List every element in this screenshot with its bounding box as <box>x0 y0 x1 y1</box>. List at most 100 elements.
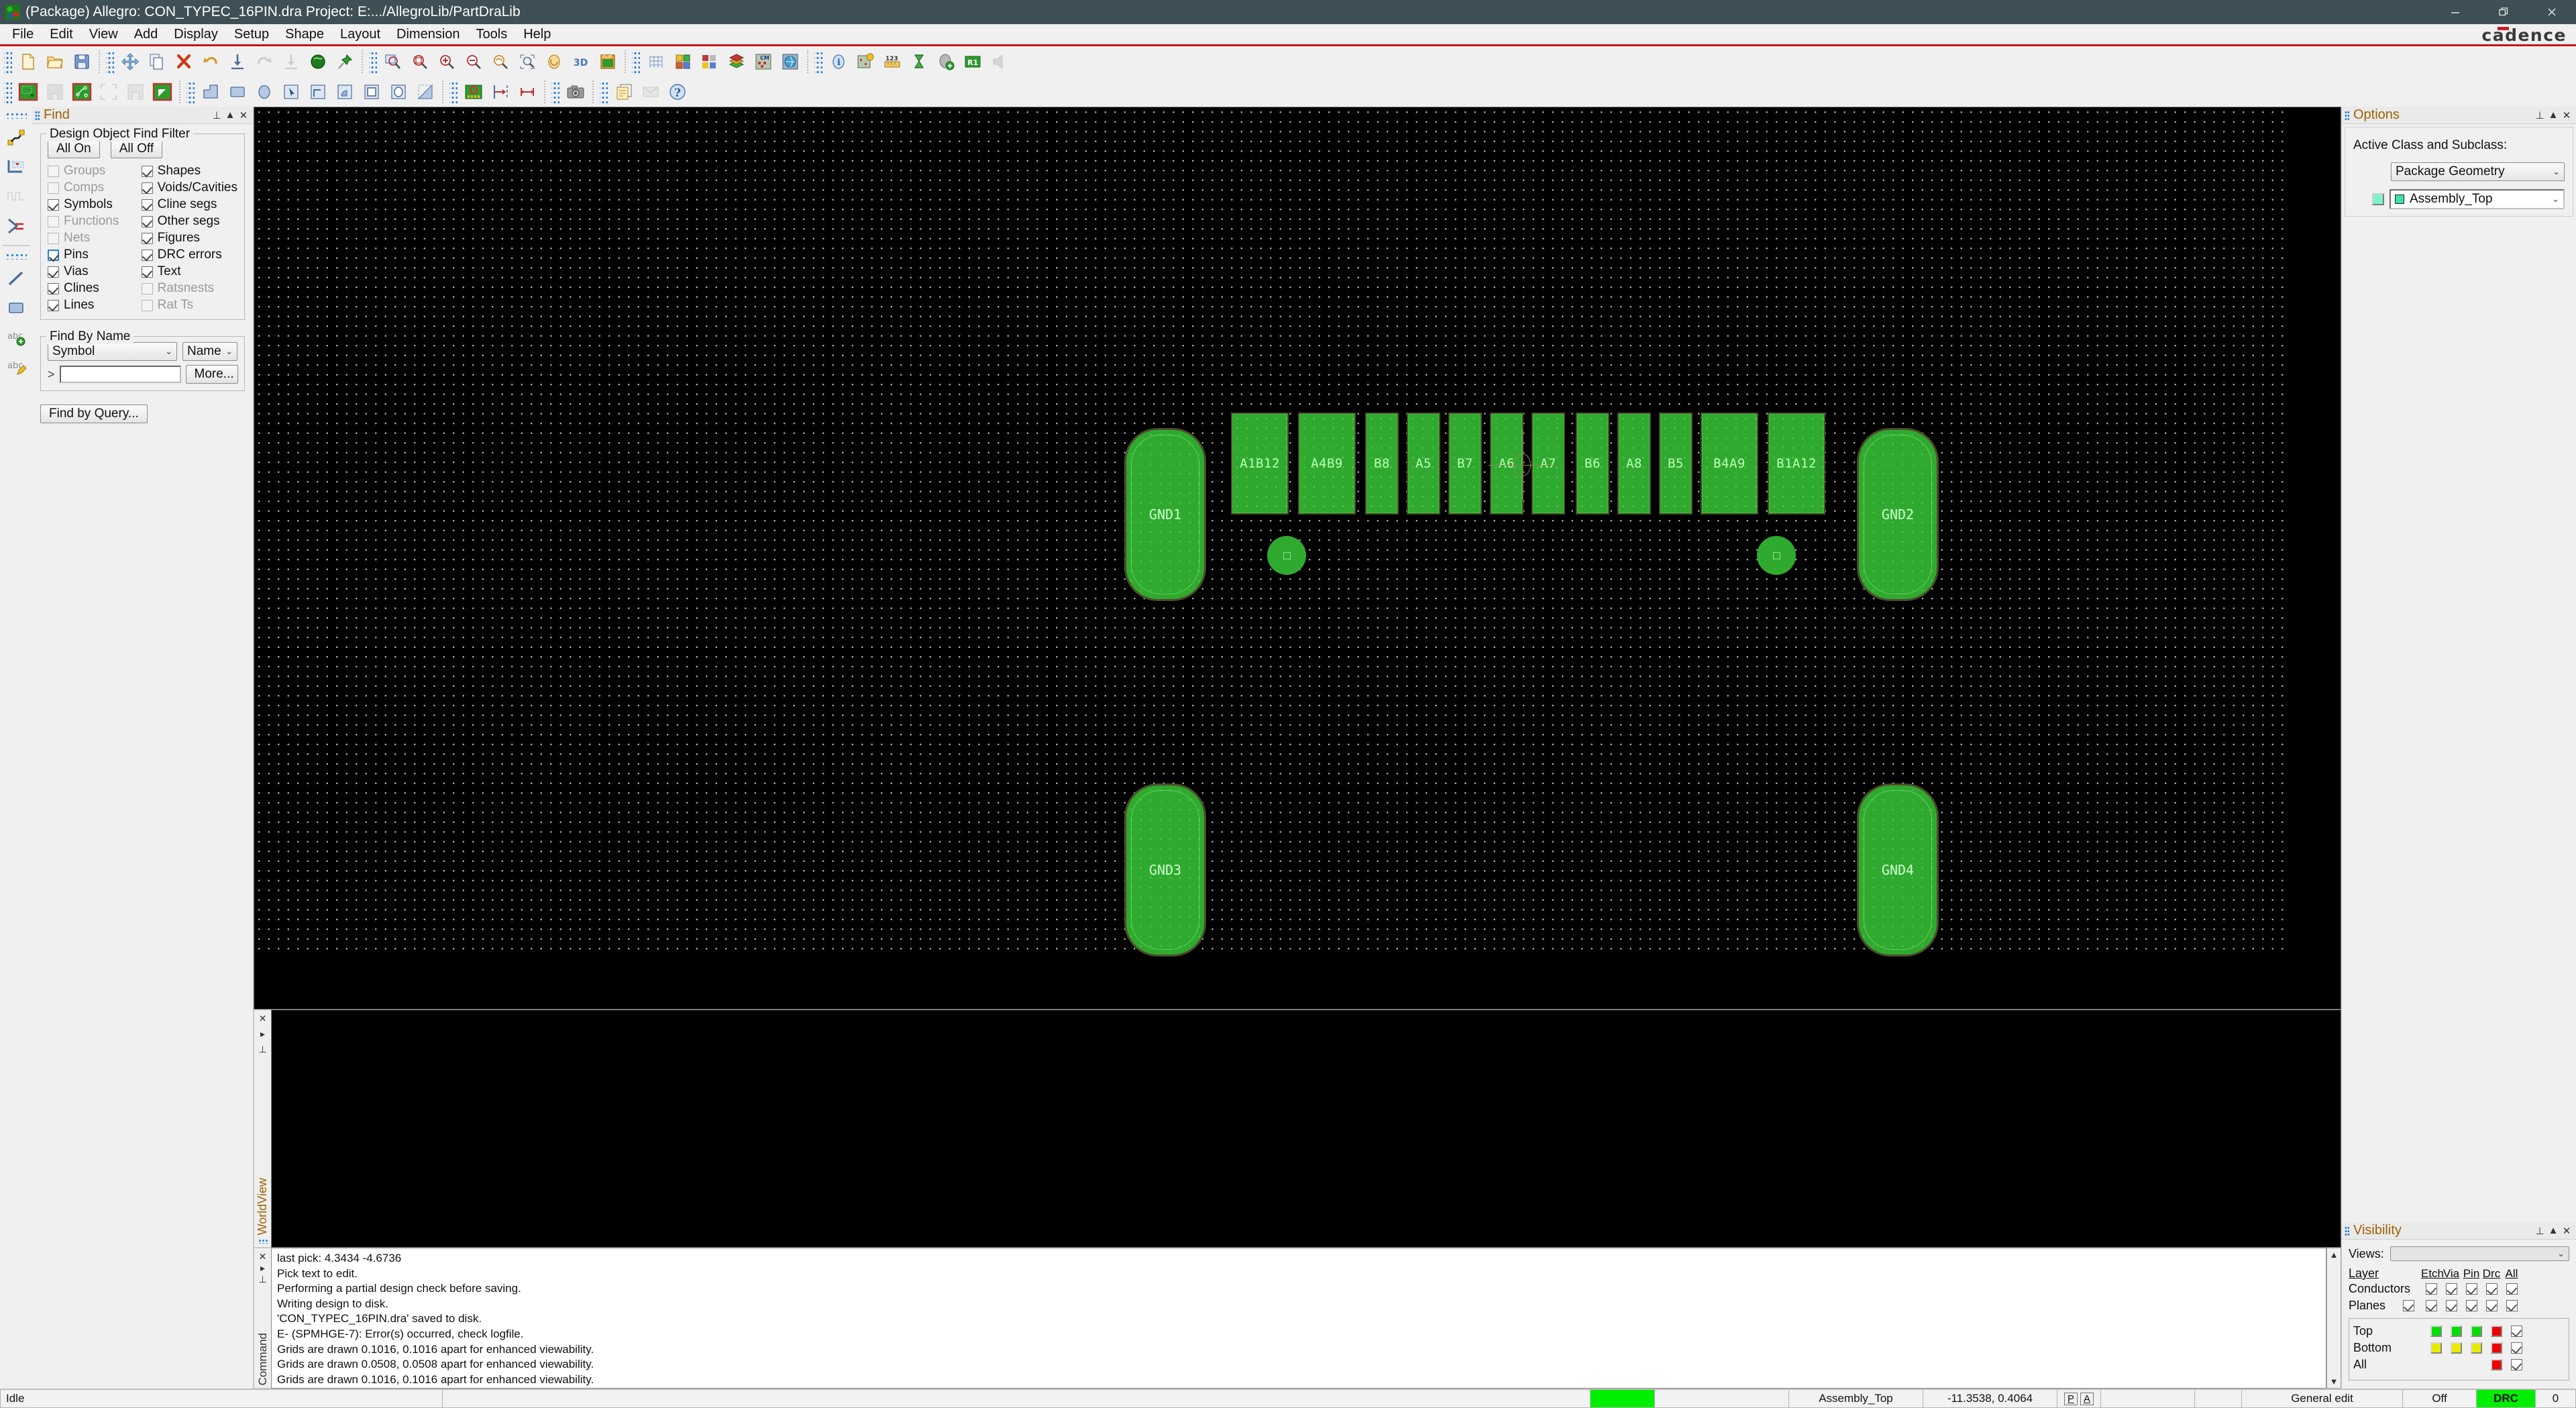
restore-button[interactable] <box>2479 0 2528 24</box>
delete-icon[interactable] <box>172 50 195 73</box>
refresh-icon[interactable] <box>543 50 566 73</box>
constraint-manager-icon[interactable]: CM <box>752 50 775 73</box>
options-collapse-icon[interactable]: ▲ <box>2546 109 2560 121</box>
top-all-checkbox[interactable] <box>2510 1325 2522 1337</box>
all-off-button[interactable]: All Off <box>110 140 163 158</box>
color-palette-icon[interactable] <box>698 50 721 73</box>
menu-help[interactable]: Help <box>515 25 559 44</box>
views-dropdown[interactable]: ⌄ <box>2390 1246 2569 1261</box>
pad-a4b9[interactable]: A4B9 <box>1298 413 1356 515</box>
filter-clines-checkbox[interactable] <box>48 282 59 294</box>
filter-pins[interactable]: Pins <box>48 248 136 262</box>
filter-drc-errors-checkbox[interactable] <box>141 249 153 261</box>
pad-gnd2[interactable]: GND2 <box>1857 428 1939 601</box>
add-rect-icon[interactable] <box>3 294 30 321</box>
filter-vias[interactable]: Vias <box>48 264 136 279</box>
pad-b8[interactable]: B8 <box>1365 413 1399 515</box>
visibility-panel-grip[interactable] <box>2345 1226 2349 1236</box>
toolbar2-grip-3[interactable] <box>449 79 458 104</box>
close-button[interactable] <box>2528 0 2576 24</box>
pad-gnd4[interactable]: GND4 <box>1857 783 1939 957</box>
filter-pins-checkbox[interactable] <box>48 249 59 261</box>
dimension-icon[interactable] <box>516 80 539 103</box>
filter-comps[interactable]: Comps <box>48 180 136 195</box>
via-right[interactable] <box>1757 536 1796 575</box>
status-drc-badge[interactable]: DRC <box>2477 1389 2536 1408</box>
filter-vias-checkbox[interactable] <box>48 266 59 278</box>
planes-all-checkbox[interactable] <box>2506 1300 2518 1311</box>
layers-icon[interactable] <box>725 50 748 73</box>
all-drc-color[interactable] <box>2490 1359 2502 1370</box>
worldview-expand-icon[interactable]: ▸ <box>260 1028 265 1040</box>
global-env-icon[interactable] <box>779 50 802 73</box>
planes-pin-checkbox[interactable] <box>2465 1300 2477 1311</box>
active-subclass-dropdown[interactable]: Assembly_Top ⌄ <box>2390 189 2565 209</box>
filter-text[interactable]: Text <box>141 264 237 279</box>
more-button[interactable]: More... <box>185 365 238 384</box>
find-panel-collapse-icon[interactable]: ▲ <box>223 109 237 121</box>
toolbar-grip-2[interactable] <box>106 49 114 74</box>
bottom-etch-color[interactable] <box>2430 1342 2442 1354</box>
filter-lines-checkbox[interactable] <box>48 299 59 311</box>
shape-oval-icon[interactable] <box>387 80 410 103</box>
property-edit-icon[interactable] <box>854 50 877 73</box>
pad-a5[interactable]: A5 <box>1407 413 1440 515</box>
pad-gnd1[interactable]: GND1 <box>1124 428 1206 601</box>
filter-rat-ts-checkbox[interactable] <box>141 299 153 311</box>
toolbar-grip[interactable] <box>4 49 12 74</box>
copy-icon[interactable] <box>146 50 168 73</box>
shape-select-icon[interactable] <box>280 80 303 103</box>
filter-nets-checkbox[interactable] <box>48 232 59 244</box>
shape-circle-icon[interactable] <box>253 80 276 103</box>
toolbar-grip-3[interactable] <box>369 49 377 74</box>
filter-comps-checkbox[interactable] <box>48 182 59 194</box>
scroll-down-icon[interactable]: ▼ <box>2330 1376 2339 1387</box>
active-class-dropdown[interactable]: Package Geometry ⌄ <box>2391 162 2565 181</box>
pad-a6[interactable]: A6 <box>1490 413 1523 515</box>
undo-icon[interactable] <box>199 50 222 73</box>
flip-design-icon[interactable]: FLIP <box>596 50 619 73</box>
filter-clines[interactable]: Clines <box>48 281 136 296</box>
find-name-input[interactable] <box>59 366 181 383</box>
filter-groups-checkbox[interactable] <box>48 165 59 177</box>
menu-edit[interactable]: Edit <box>42 25 80 44</box>
menu-view[interactable]: View <box>81 25 126 44</box>
slide-icon[interactable] <box>489 80 512 103</box>
console-output[interactable]: last pick: 4.3434 -4.6736 Pick text to e… <box>271 1248 2326 1389</box>
planes-etch-checkbox[interactable] <box>2425 1300 2437 1311</box>
zoom-window-icon[interactable] <box>409 50 431 73</box>
options-panel-grip[interactable] <box>2345 110 2349 120</box>
menu-file[interactable]: File <box>4 25 42 44</box>
menu-layout[interactable]: Layout <box>332 25 388 44</box>
bottom-via-color[interactable] <box>2450 1342 2462 1354</box>
status-p-button[interactable]: P <box>2063 1392 2078 1405</box>
toolbar2-grip-4[interactable] <box>551 79 559 104</box>
shape-compose-icon[interactable] <box>307 80 329 103</box>
worldview-close-icon[interactable]: ✕ <box>259 1013 267 1024</box>
shape-arc-icon[interactable] <box>333 80 356 103</box>
conductors-via-checkbox[interactable] <box>2445 1283 2457 1295</box>
filter-ratsnests-checkbox[interactable] <box>141 282 153 294</box>
console-close-icon[interactable]: ✕ <box>259 1251 267 1262</box>
filter-rat-ts[interactable]: Rat Ts <box>141 298 237 313</box>
pcb-canvas[interactable]: A1B12 A4B9 B8 A5 B7 A6 A7 B6 A8 B5 B4A9 … <box>254 107 2341 1010</box>
visibility-collapse-icon[interactable]: ▲ <box>2546 1225 2560 1236</box>
vtoolbar-grip[interactable] <box>5 112 27 119</box>
grid-toggle-icon[interactable] <box>645 50 667 73</box>
measure-icon[interactable]: 123 <box>881 50 904 73</box>
filter-voids-cavities[interactable]: Voids/Cavities <box>141 180 237 195</box>
menu-setup[interactable]: Setup <box>226 25 277 44</box>
filter-groups[interactable]: Groups <box>48 164 136 178</box>
board-outline-icon[interactable] <box>17 80 40 103</box>
menu-shape[interactable]: Shape <box>277 25 332 44</box>
filter-other-segs[interactable]: Other segs <box>141 214 237 229</box>
console-expand-icon[interactable]: ▸ <box>260 1262 265 1274</box>
top-pin-color[interactable] <box>2470 1325 2482 1337</box>
shape-square-icon[interactable] <box>360 80 383 103</box>
conductors-drc-checkbox[interactable] <box>2485 1283 2498 1295</box>
conductors-etch-checkbox[interactable] <box>2425 1283 2437 1295</box>
filter-symbols[interactable]: Symbols <box>48 197 136 212</box>
timing-icon[interactable] <box>908 50 930 73</box>
info-icon[interactable]: i <box>827 50 850 73</box>
import-icon[interactable] <box>226 50 249 73</box>
